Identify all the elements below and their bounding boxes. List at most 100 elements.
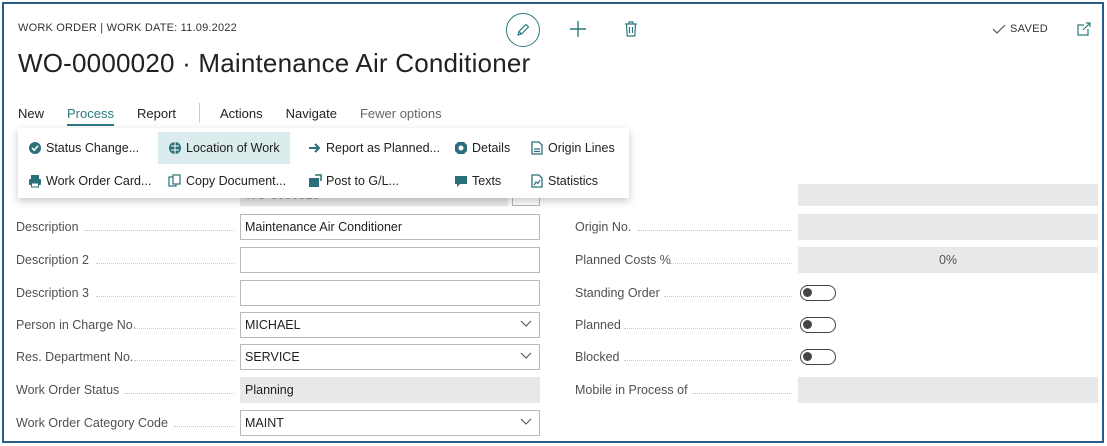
menu-texts[interactable]: Texts [454, 166, 501, 196]
planned-costs-field: 0% [798, 247, 1098, 273]
description2-field[interactable] [240, 247, 540, 273]
dot-leader [84, 230, 234, 231]
blocked-label: Blocked [575, 350, 620, 364]
menu-label: Copy Document... [186, 174, 287, 188]
dot-leader [134, 360, 234, 361]
dot-leader [96, 263, 234, 264]
menu-location-of-work[interactable]: Location of Work [158, 132, 290, 164]
action-separator [199, 103, 201, 123]
planned-costs-label: Planned Costs % [575, 253, 671, 267]
saved-label: SAVED [1010, 23, 1048, 35]
work-order-status-label: Work Order Status [16, 383, 120, 397]
report-planned-icon [308, 141, 322, 155]
dot-leader [124, 393, 234, 394]
menu-label: Work Order Card... [46, 174, 152, 188]
menu-label: Post to G/L... [326, 174, 399, 188]
page-frame: WORK ORDER | WORK DATE: 11.09.2022 WO-00… [2, 2, 1104, 443]
person-in-charge-value: MICHAEL [245, 318, 301, 332]
menu-label: Texts [472, 174, 502, 188]
process-menu: Status Change... Location of Work Report… [18, 128, 629, 198]
description-label: Description [16, 220, 79, 234]
dot-leader [638, 230, 792, 231]
action-actions[interactable]: Actions [220, 106, 263, 121]
department-value: SERVICE [245, 350, 300, 364]
toggle-knob [803, 288, 812, 297]
plus-icon [570, 21, 586, 37]
description-field[interactable]: Maintenance Air Conditioner [240, 214, 540, 240]
menu-statistics[interactable]: Statistics [530, 166, 598, 196]
planned-toggle[interactable] [800, 317, 836, 333]
person-in-charge-label: Person in Charge No. [16, 318, 137, 332]
action-process[interactable]: Process [67, 106, 114, 126]
menu-label: Details [472, 141, 511, 155]
menu-label: Location of Work [186, 141, 280, 155]
dot-leader [96, 296, 234, 297]
mobile-in-process-label: Mobile in Process of [575, 383, 688, 397]
dot-leader [670, 263, 792, 264]
standing-order-toggle[interactable] [800, 285, 836, 301]
copy-icon [168, 174, 182, 188]
chevron-down-icon [520, 320, 532, 327]
dot-leader [624, 328, 792, 329]
menu-status-change[interactable]: Status Change... [28, 133, 139, 163]
planned-label: Planned [575, 318, 621, 332]
standing-order-label: Standing Order [575, 286, 660, 300]
location-icon [168, 141, 182, 155]
type-of-origin-field [798, 184, 1098, 206]
origin-no-field [798, 214, 1098, 240]
menu-label: Report as Planned... [326, 141, 440, 155]
toggle-knob [803, 320, 812, 329]
department-label: Res. Department No. [16, 350, 134, 364]
texts-icon [454, 174, 468, 188]
dot-leader [174, 426, 234, 427]
action-new[interactable]: New [18, 106, 44, 121]
action-report[interactable]: Report [137, 106, 176, 121]
details-icon [454, 141, 468, 155]
popout-button[interactable] [1076, 21, 1094, 39]
action-bar: New Process Report Actions Navigate Fewe… [18, 102, 465, 126]
category-code-label: Work Order Category Code [16, 416, 168, 430]
dot-leader [664, 296, 792, 297]
menu-origin-lines[interactable]: Origin Lines [530, 133, 615, 163]
chevron-down-icon [520, 352, 532, 359]
menu-label: Origin Lines [548, 141, 615, 155]
category-code-select[interactable]: MAINT [240, 410, 540, 436]
menu-copy-document[interactable]: Copy Document... [168, 166, 286, 196]
blocked-toggle[interactable] [800, 349, 836, 365]
add-button[interactable] [566, 17, 590, 41]
chevron-down-icon [520, 418, 532, 425]
trash-icon [625, 21, 637, 37]
menu-work-order-card[interactable]: Work Order Card... [28, 166, 151, 196]
action-fewer-options[interactable]: Fewer options [360, 106, 442, 121]
delete-button[interactable] [619, 17, 643, 41]
origin-no-label: Origin No. [575, 220, 632, 234]
toggle-knob [803, 352, 812, 361]
menu-details[interactable]: Details [454, 133, 510, 163]
menu-label: Statistics [548, 174, 599, 188]
post-icon [308, 174, 322, 188]
popout-icon [1077, 22, 1091, 36]
work-order-status-field: Planning [240, 377, 540, 403]
description2-label: Description 2 [16, 253, 89, 267]
department-select[interactable]: SERVICE [240, 344, 540, 370]
document-icon [530, 141, 544, 155]
page-title: WO-0000020 · Maintenance Air Conditioner [18, 48, 531, 78]
person-in-charge-select[interactable]: MICHAEL [240, 312, 540, 338]
saved-status: SAVED [992, 23, 1048, 35]
status-change-icon [28, 141, 42, 155]
category-code-value: MAINT [245, 416, 284, 430]
description3-label: Description 3 [16, 286, 89, 300]
statistics-icon [530, 174, 544, 188]
action-navigate[interactable]: Navigate [286, 106, 337, 121]
menu-label: Status Change... [46, 141, 140, 155]
pencil-icon [517, 23, 530, 36]
dot-leader [692, 393, 792, 394]
checkmark-icon [992, 24, 1006, 34]
breadcrumb: WORK ORDER | WORK DATE: 11.09.2022 [18, 22, 237, 34]
edit-button[interactable] [506, 13, 540, 47]
mobile-in-process-field [798, 377, 1098, 403]
menu-post-to-gl[interactable]: Post to G/L... [308, 166, 399, 196]
print-icon [28, 174, 42, 188]
description3-field[interactable] [240, 280, 540, 306]
menu-report-as-planned[interactable]: Report as Planned... [308, 133, 440, 163]
